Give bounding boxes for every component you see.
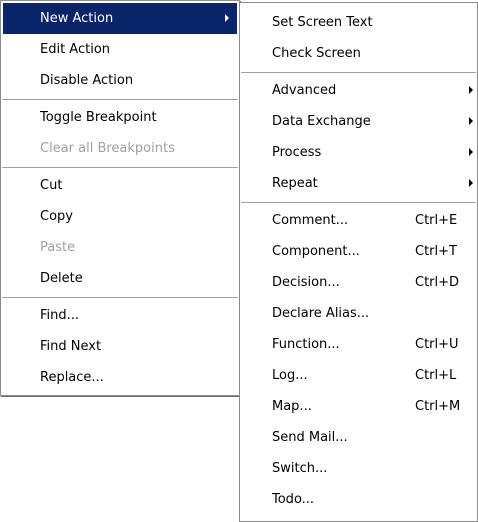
submenu-item-check-screen[interactable]: Check Screen bbox=[240, 38, 477, 69]
menu-item-label: Repeat bbox=[272, 176, 318, 191]
submenu-arrow-icon bbox=[469, 117, 473, 125]
shortcut-label: Ctrl+M bbox=[415, 399, 461, 414]
menu-item-label: Todo... bbox=[272, 492, 315, 507]
menu-item-label: New Action bbox=[40, 11, 114, 26]
menu-item-label: Delete bbox=[40, 271, 83, 286]
shortcut-label: Ctrl+D bbox=[415, 275, 460, 290]
submenu-item-process[interactable]: Process bbox=[240, 137, 477, 168]
menu-item-label: Map... bbox=[272, 399, 312, 414]
menu-separator bbox=[2, 167, 238, 168]
menu-item-label: Function... bbox=[272, 337, 340, 352]
menu-item-label: Replace... bbox=[40, 370, 104, 385]
menu-item-toggle-breakpoint[interactable]: Toggle Breakpoint bbox=[1, 102, 239, 133]
menu-item-label: Cut bbox=[40, 178, 63, 193]
menu-item-label: Decision... bbox=[272, 275, 340, 290]
menu-item-label: Find Next bbox=[40, 339, 102, 354]
menu-item-label: Advanced bbox=[272, 83, 337, 98]
menu-item-label: Set Screen Text bbox=[272, 15, 373, 30]
menu-item-label: Copy bbox=[40, 209, 73, 224]
context-menu: New Action Edit Action Disable Action To… bbox=[0, 0, 240, 396]
shortcut-label: Ctrl+T bbox=[415, 244, 457, 259]
menu-item-label: Data Exchange bbox=[272, 114, 371, 129]
menu-item-label: Edit Action bbox=[40, 42, 111, 57]
menu-item-clear-all-breakpoints: Clear all Breakpoints bbox=[1, 133, 239, 164]
menu-item-new-action[interactable]: New Action bbox=[3, 3, 237, 34]
submenu-item-function[interactable]: Function... Ctrl+U bbox=[240, 329, 477, 360]
menu-item-label: Clear all Breakpoints bbox=[40, 141, 175, 156]
submenu-item-comment[interactable]: Comment... Ctrl+E bbox=[240, 205, 477, 236]
submenu-arrow-icon bbox=[469, 86, 473, 94]
submenu-item-todo[interactable]: Todo... bbox=[240, 484, 477, 515]
submenu-arrow-icon bbox=[225, 14, 229, 22]
new-action-submenu: Set Screen Text Check Screen Advanced Da… bbox=[239, 2, 478, 522]
shortcut-label: Ctrl+U bbox=[415, 337, 459, 352]
menu-item-label: Disable Action bbox=[40, 73, 134, 88]
submenu-item-data-exchange[interactable]: Data Exchange bbox=[240, 106, 477, 137]
menu-item-paste: Paste bbox=[1, 232, 239, 263]
submenu-item-component[interactable]: Component... Ctrl+T bbox=[240, 236, 477, 267]
submenu-item-send-mail[interactable]: Send Mail... bbox=[240, 422, 477, 453]
menu-item-label: Check Screen bbox=[272, 46, 361, 61]
menu-item-copy[interactable]: Copy bbox=[1, 201, 239, 232]
shortcut-label: Ctrl+L bbox=[415, 368, 457, 383]
menu-item-label: Send Mail... bbox=[272, 430, 348, 445]
menu-separator bbox=[241, 202, 476, 203]
submenu-arrow-icon bbox=[469, 148, 473, 156]
menu-item-label: Find... bbox=[40, 308, 80, 323]
submenu-item-declare-alias[interactable]: Declare Alias... bbox=[240, 298, 477, 329]
menu-item-label: Paste bbox=[40, 240, 76, 255]
menu-item-edit-action[interactable]: Edit Action bbox=[1, 34, 239, 65]
menu-item-label: Comment... bbox=[272, 213, 349, 228]
menu-item-label: Log... bbox=[272, 368, 308, 383]
submenu-item-map[interactable]: Map... Ctrl+M bbox=[240, 391, 477, 422]
submenu-item-set-screen-text[interactable]: Set Screen Text bbox=[240, 7, 477, 38]
menu-separator bbox=[241, 72, 476, 73]
submenu-item-decision[interactable]: Decision... Ctrl+D bbox=[240, 267, 477, 298]
shortcut-label: Ctrl+E bbox=[415, 213, 458, 228]
menu-separator bbox=[2, 297, 238, 298]
menu-item-label: Toggle Breakpoint bbox=[40, 110, 157, 125]
submenu-item-switch[interactable]: Switch... bbox=[240, 453, 477, 484]
submenu-item-log[interactable]: Log... Ctrl+L bbox=[240, 360, 477, 391]
menu-item-label: Declare Alias... bbox=[272, 306, 370, 321]
menu-item-label: Process bbox=[272, 145, 322, 160]
menu-separator bbox=[2, 99, 238, 100]
menu-item-cut[interactable]: Cut bbox=[1, 170, 239, 201]
submenu-item-advanced[interactable]: Advanced bbox=[240, 75, 477, 106]
menu-item-label: Component... bbox=[272, 244, 360, 259]
menu-item-disable-action[interactable]: Disable Action bbox=[1, 65, 239, 96]
menu-item-find-next[interactable]: Find Next bbox=[1, 331, 239, 362]
submenu-item-repeat[interactable]: Repeat bbox=[240, 168, 477, 199]
menu-item-replace[interactable]: Replace... bbox=[1, 362, 239, 393]
menu-item-find[interactable]: Find... bbox=[1, 300, 239, 331]
menu-item-label: Switch... bbox=[272, 461, 328, 476]
menu-item-delete[interactable]: Delete bbox=[1, 263, 239, 294]
submenu-arrow-icon bbox=[469, 179, 473, 187]
